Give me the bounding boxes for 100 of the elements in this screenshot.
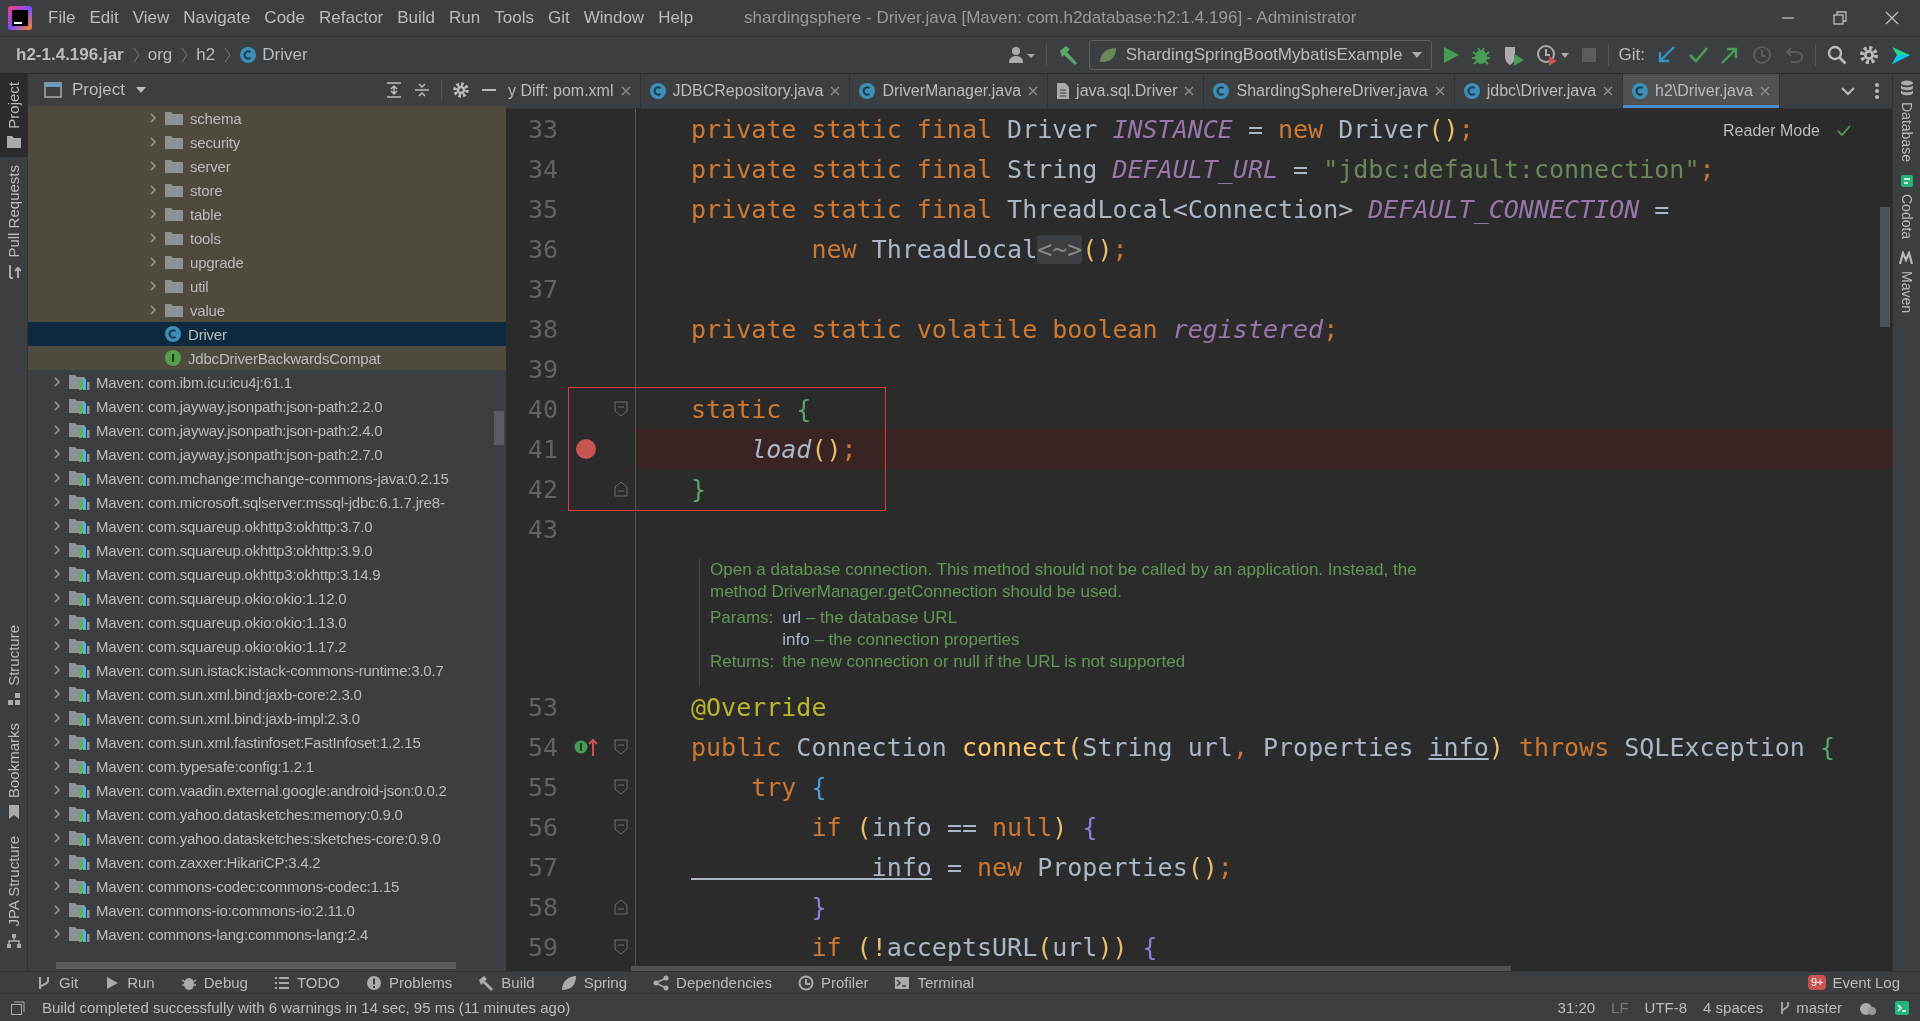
tool-window-tab[interactable]: Project	[0, 74, 27, 157]
editor-tab[interactable]: DriverManager.java	[850, 74, 1049, 108]
tool-window-button[interactable]: Terminal	[894, 974, 975, 991]
tree-item[interactable]: Maven: commons-codec:commons-codec:1.15	[96, 877, 400, 895]
tool-window-button[interactable]: Dependencies	[653, 974, 772, 991]
menu-item[interactable]: Window	[576, 4, 652, 32]
tree-item[interactable]: util	[28, 274, 506, 298]
tree-item[interactable]: Maven: com.squareup.okio:okio:1.17.2	[96, 637, 347, 655]
file-encoding[interactable]: UTF-8	[1644, 999, 1688, 1016]
code-line: public Connection connect(String url, Properties info) throws SQLException {	[691, 731, 1835, 764]
javadoc-text: Open a database connection. This method should not be called by an application. Instead, the method DriverManager.getConnection should be used.	[710, 559, 1418, 603]
tool-window-tab[interactable]: Bookmarks	[0, 715, 27, 829]
tree-item[interactable]: Maven: com.sun.xml.bind:jaxb-impl:2.3.0	[96, 709, 360, 727]
editor-tab[interactable]: JDBCRepository.java	[640, 74, 851, 108]
tree-item[interactable]: Maven: commons-lang:commons-lang:2.4	[96, 925, 369, 943]
tool-window-button[interactable]: Run	[104, 974, 155, 991]
tree-item[interactable]: Maven: com.squareup.okio:okio:1.13.0	[96, 613, 347, 631]
tree-item[interactable]: Maven: com.microsoft.sqlserver:mssql-jdbc:6.1.7.jre8-	[96, 493, 445, 511]
caret-position[interactable]: 31:20	[1557, 999, 1596, 1016]
line-number: 58	[526, 891, 559, 924]
line-number: 57	[526, 851, 559, 884]
tree-item[interactable]: Maven: com.jayway.jsonpath:json-path:2.4.0	[96, 421, 383, 439]
menu-item[interactable]: View	[125, 4, 177, 32]
menu-item[interactable]: Help	[651, 4, 701, 32]
tool-window-tab[interactable]: Codota	[1893, 167, 1920, 246]
run-config-dropdown[interactable]: ShardingSpringBootMybatisExample	[1088, 40, 1432, 70]
git-label: Git:	[1618, 45, 1645, 65]
menu-item[interactable]: Edit	[82, 4, 126, 32]
tree-item[interactable]: value	[28, 298, 506, 322]
panel-title[interactable]: Project	[72, 80, 125, 100]
tree-item[interactable]: Maven: com.sun.xml.bind:jaxb-core:2.3.0	[96, 685, 362, 703]
tree-item[interactable]: Maven: com.squareup.okhttp3:okhttp:3.7.0	[96, 517, 373, 535]
tool-window-button[interactable]: Debug	[180, 974, 248, 991]
tool-window-tab[interactable]: Database	[1893, 74, 1920, 168]
editor-tab[interactable]: ShardingSphereDriver.java	[1204, 74, 1455, 108]
menu-item[interactable]: Refactor	[312, 4, 391, 32]
tool-window-button[interactable]: Profiler	[797, 974, 869, 991]
code-line: @Override	[691, 691, 827, 724]
tool-window-button[interactable]: Git	[36, 974, 79, 991]
editor-tab[interactable]: y Diff: pom.xml	[506, 74, 641, 108]
notification-badge: 9+	[1807, 975, 1827, 990]
status-message[interactable]: Build completed successfully with 6 warnings in 14 sec, 95 ms (11 minutes ago)	[42, 999, 571, 1016]
line-number: 33	[526, 113, 559, 146]
tree-item[interactable]: Maven: com.vaadin.external.google:android-json:0.0.2	[96, 781, 447, 799]
menu-item[interactable]: Git	[540, 4, 577, 32]
tree-item[interactable]: Maven: commons-io:commons-io:2.11.0	[96, 901, 355, 919]
tool-window-button[interactable]: Build	[478, 974, 535, 991]
editor-tab[interactable]: java.sql.Driver	[1048, 74, 1205, 108]
editor-tab[interactable]: h2\Driver.java	[1623, 74, 1780, 108]
menu-item[interactable]: Code	[257, 4, 312, 32]
tool-window-button[interactable]: TODO	[273, 974, 340, 991]
tree-item[interactable]: store	[28, 178, 506, 202]
tool-window-tab[interactable]: JPA Structure	[0, 828, 27, 957]
tree-item[interactable]: Maven: com.mchange:mchange-commons-java:0.2.15	[96, 469, 449, 487]
tree-item[interactable]: tools	[28, 226, 506, 250]
menu-item[interactable]: Run	[442, 4, 488, 32]
tree-item[interactable]: Maven: com.squareup.okhttp3:okhttp:3.9.0	[96, 541, 373, 559]
menu-item[interactable]: Build	[390, 4, 443, 32]
code-line: static {	[691, 393, 812, 426]
indent-setting[interactable]: 4 spaces	[1703, 999, 1764, 1016]
event-log-button[interactable]: Event Log	[1832, 974, 1900, 991]
tree-item[interactable]: Maven: com.sun.istack:istack-commons-runtime:3.0.7	[96, 661, 444, 679]
tree-item[interactable]: security	[28, 130, 506, 154]
breadcrumb-item[interactable]: Driver	[262, 45, 308, 65]
tree-item[interactable]: Maven: com.yahoo.datasketches:memory:0.9.0	[96, 805, 403, 823]
breadcrumb-item[interactable]: org	[147, 45, 173, 65]
menu-item[interactable]: File	[41, 4, 83, 32]
window-title: shardingsphere - Driver.java [Maven: com.h2database:h2:1.4.196] - Administrator	[744, 8, 1357, 28]
line-number: 59	[526, 931, 559, 964]
tool-window-button[interactable]: Problems	[365, 974, 453, 991]
tree-item[interactable]: Maven: com.yahoo.datasketches:sketches-core:0.9.0	[96, 829, 441, 847]
git-branch[interactable]: master	[1796, 999, 1842, 1016]
menu-item[interactable]: Tools	[487, 4, 541, 32]
tree-item[interactable]: Driver	[28, 322, 506, 346]
tree-item[interactable]: Maven: com.sun.xml.fastinfoset:FastInfoset:1.2.15	[96, 733, 421, 751]
tree-item[interactable]: Maven: com.ibm.icu:icu4j:61.1	[96, 373, 292, 391]
javadoc-label: Returns:	[710, 651, 775, 673]
breadcrumb-item[interactable]: h2-1.4.196.jar	[16, 45, 124, 65]
code-line: if (info == null) {	[810, 811, 1098, 844]
tool-window-tab[interactable]: Structure	[0, 616, 27, 716]
tree-item[interactable]: server	[28, 154, 506, 178]
reader-mode-toggle[interactable]: Reader Mode	[1723, 122, 1820, 140]
javadoc-text: the new connection or null if the URL is not supported	[782, 651, 1187, 673]
tool-window-button[interactable]: Spring	[560, 974, 628, 991]
tree-item[interactable]: Maven: com.typesafe:config:1.2.1	[96, 757, 314, 775]
tree-item[interactable]: Maven: com.squareup.okhttp3:okhttp:3.14.9	[96, 565, 381, 583]
tree-item[interactable]: Maven: com.jayway.jsonpath:json-path:2.7.0	[96, 445, 383, 463]
menu-item[interactable]: Navigate	[176, 4, 258, 32]
tree-item[interactable]: upgrade	[28, 250, 506, 274]
breadcrumb-item[interactable]: h2	[196, 45, 216, 65]
tree-item[interactable]: table	[28, 202, 506, 226]
tree-item[interactable]: Maven: com.squareup.okio:okio:1.12.0	[96, 589, 347, 607]
tree-item[interactable]: JdbcDriverBackwardsCompat	[28, 346, 506, 370]
code-line: new ThreadLocal<~>();	[810, 233, 1128, 266]
tool-window-tab[interactable]: Maven	[1893, 245, 1920, 320]
code-line: if (!acceptsURL(url)) {	[810, 931, 1158, 964]
tree-item[interactable]: Maven: com.zaxxer:HikariCP:3.4.2	[96, 853, 321, 871]
tree-item[interactable]: schema	[28, 106, 506, 130]
tool-window-tab[interactable]: Pull Requests	[0, 156, 27, 288]
tree-item[interactable]: Maven: com.jayway.jsonpath:json-path:2.2.0	[96, 397, 383, 415]
